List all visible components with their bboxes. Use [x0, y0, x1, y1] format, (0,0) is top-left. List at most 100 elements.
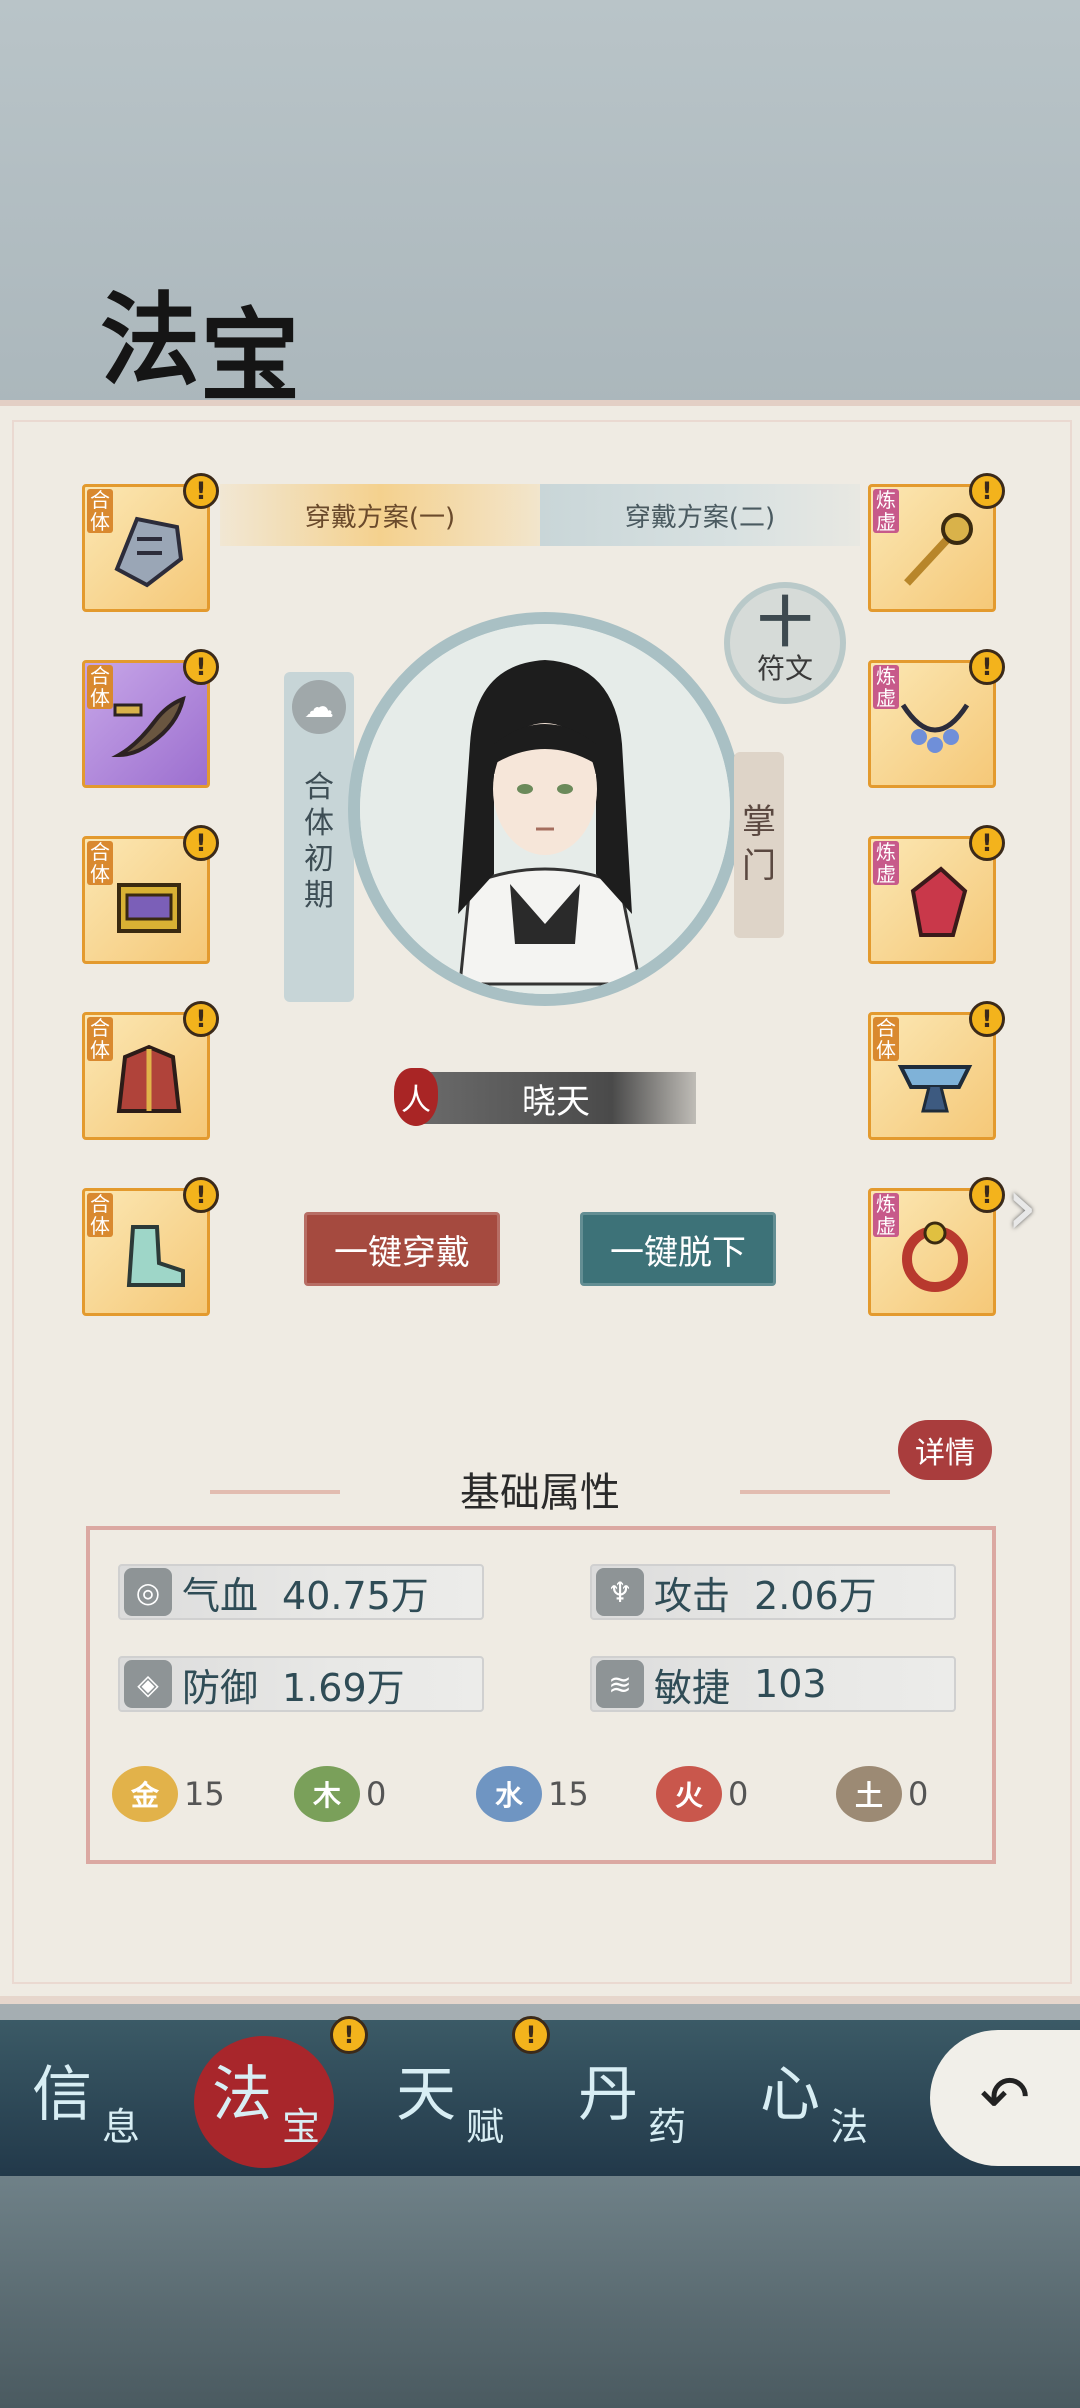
alert-icon: ! — [969, 649, 1005, 685]
alert-icon: ! — [330, 2016, 368, 2054]
back-arrow-icon[interactable]: ↶ — [930, 2030, 1080, 2166]
element-earth: 土 0 — [836, 1766, 928, 1822]
gem-crystal-icon — [910, 866, 968, 937]
cloud-icon: ☁ — [292, 680, 346, 734]
stat-value: 103 — [754, 1662, 827, 1706]
element-water: 水 15 — [476, 1766, 589, 1822]
stat-attack: ♆ 攻击 2.06万 — [590, 1564, 956, 1620]
stat-value: 2.06万 — [754, 1573, 877, 1618]
nav-tab-info[interactable]: 信 息 — [20, 2040, 190, 2160]
element-value: 0 — [728, 1775, 749, 1813]
nav-tab-fabao[interactable]: 法 宝 — [200, 2040, 370, 2160]
equip-slot-right-4[interactable]: 合体 ! — [868, 1001, 1005, 1140]
staff-icon — [904, 513, 973, 586]
element-value: 0 — [908, 1775, 929, 1813]
plus-icon: 十 — [758, 591, 812, 654]
metal-icon: 金 — [112, 1766, 178, 1822]
boot-icon — [126, 1225, 185, 1287]
nav-tab-char: 法 — [212, 2060, 272, 2130]
stat-value: 40.75万 — [282, 1573, 429, 1618]
equip-slot-left-4[interactable]: 合体 ! — [82, 1001, 219, 1140]
nav-tab-char: 信 — [32, 2060, 92, 2130]
rune-label: 符文 — [756, 652, 813, 685]
robe-armor-icon — [116, 1044, 182, 1113]
stat-defense: ◈ 防御 1.69万 — [118, 1656, 484, 1712]
equip-slot-right-5[interactable]: 炼虚 ! — [868, 1177, 1005, 1316]
section-title: 基础属性 — [340, 1460, 740, 1518]
alert-icon: ! — [183, 473, 219, 509]
element-value: 15 — [548, 1775, 589, 1813]
plan-tabs: 穿戴方案(一) 穿戴方案(二) — [220, 484, 860, 546]
tab-plan-1[interactable]: 穿戴方案(一) — [220, 484, 540, 546]
equip-slot-right-3[interactable]: 炼虚 ! — [868, 825, 1005, 964]
page-title-char-2: 宝 — [200, 297, 300, 415]
alert-icon: ! — [512, 2016, 550, 2054]
stat-label: 气血 — [182, 1573, 259, 1618]
nav-tab-talent[interactable]: 天 赋 — [384, 2040, 554, 2160]
character-avatar — [360, 624, 730, 994]
unequip-all-button[interactable]: 一键脱下 — [580, 1212, 776, 1286]
element-metal: 金 15 — [112, 1766, 225, 1822]
blood-drop-icon: ◎ — [124, 1568, 172, 1616]
stat-hp: ◎ 气血 40.75万 — [118, 1564, 484, 1620]
alert-icon: ! — [969, 825, 1005, 861]
alert-icon: ! — [183, 649, 219, 685]
element-value: 0 — [366, 1775, 387, 1813]
wood-icon: 木 — [294, 1766, 360, 1822]
alert-icon: ! — [969, 1001, 1005, 1037]
alert-icon: ! — [183, 1001, 219, 1037]
water-icon: 水 — [476, 1766, 542, 1822]
role-label: 掌门 — [742, 802, 776, 886]
equip-slot-left-3[interactable]: 合体 ! — [82, 825, 219, 964]
equip-slot-right-2[interactable]: 炼虚 ! — [868, 649, 1005, 788]
golden-chest-icon — [117, 883, 181, 933]
alert-icon: ! — [183, 1177, 219, 1213]
shield-fan-icon — [114, 516, 184, 588]
stat-label: 防御 — [182, 1665, 259, 1710]
character-portrait[interactable] — [348, 612, 742, 1006]
detail-button[interactable]: 详情 — [898, 1420, 992, 1480]
curved-blade-icon — [111, 695, 186, 758]
nav-tab-char: 天 — [396, 2060, 456, 2130]
realm-label: 合体初期 — [304, 770, 334, 913]
equip-slot-left-5[interactable]: 合体 ! — [82, 1177, 219, 1316]
chevron-right-icon[interactable]: › — [1006, 1162, 1066, 1252]
nav-tab-char: 心 — [760, 2060, 820, 2130]
attack-icon: ♆ — [596, 1568, 644, 1616]
nav-tab-char: 宝 — [282, 2105, 321, 2149]
alert-icon: ! — [969, 1177, 1005, 1213]
rune-button[interactable]: 十 符文 — [724, 582, 846, 704]
character-name: 晓天 — [416, 1072, 696, 1124]
alert-icon: ! — [969, 473, 1005, 509]
nav-tab-pills[interactable]: 丹 药 — [566, 2040, 736, 2160]
element-fire: 火 0 — [656, 1766, 748, 1822]
stat-value: 1.69万 — [282, 1665, 405, 1710]
nav-tab-char: 药 — [648, 2105, 687, 2149]
alert-icon: ! — [183, 825, 219, 861]
page-title-char-1: 法 — [100, 281, 200, 399]
equip-all-button[interactable]: 一键穿戴 — [304, 1212, 500, 1286]
equip-slot-left-2[interactable]: 合体 ! — [82, 649, 219, 788]
equip-slot-left-1[interactable]: 合体 ! — [82, 473, 219, 612]
stat-agility: ≋ 敏捷 103 — [590, 1656, 956, 1712]
tab-plan-2[interactable]: 穿戴方案(二) — [540, 484, 860, 546]
nav-tab-char: 丹 — [578, 2060, 638, 2130]
element-value: 15 — [184, 1775, 225, 1813]
scenery-background — [0, 2176, 1080, 2408]
agility-icon: ≋ — [596, 1660, 644, 1708]
stat-label: 敏捷 — [654, 1665, 731, 1710]
belt-icon — [897, 1065, 973, 1113]
fire-icon: 火 — [656, 1766, 722, 1822]
stat-label: 攻击 — [654, 1573, 731, 1618]
equip-slot-right-1[interactable]: 炼虚 ! — [868, 473, 1005, 612]
ring-icon — [902, 1221, 968, 1292]
nav-tab-method[interactable]: 心 法 — [748, 2040, 918, 2160]
element-wood: 木 0 — [294, 1766, 386, 1822]
shield-icon: ◈ — [124, 1660, 172, 1708]
race-badge: 人 — [394, 1068, 438, 1126]
nav-tab-char: 息 — [102, 2105, 141, 2149]
nav-tab-char: 法 — [830, 2105, 869, 2149]
nav-tab-char: 赋 — [466, 2105, 505, 2149]
earth-icon: 土 — [836, 1766, 902, 1822]
necklace-icon — [900, 703, 970, 753]
